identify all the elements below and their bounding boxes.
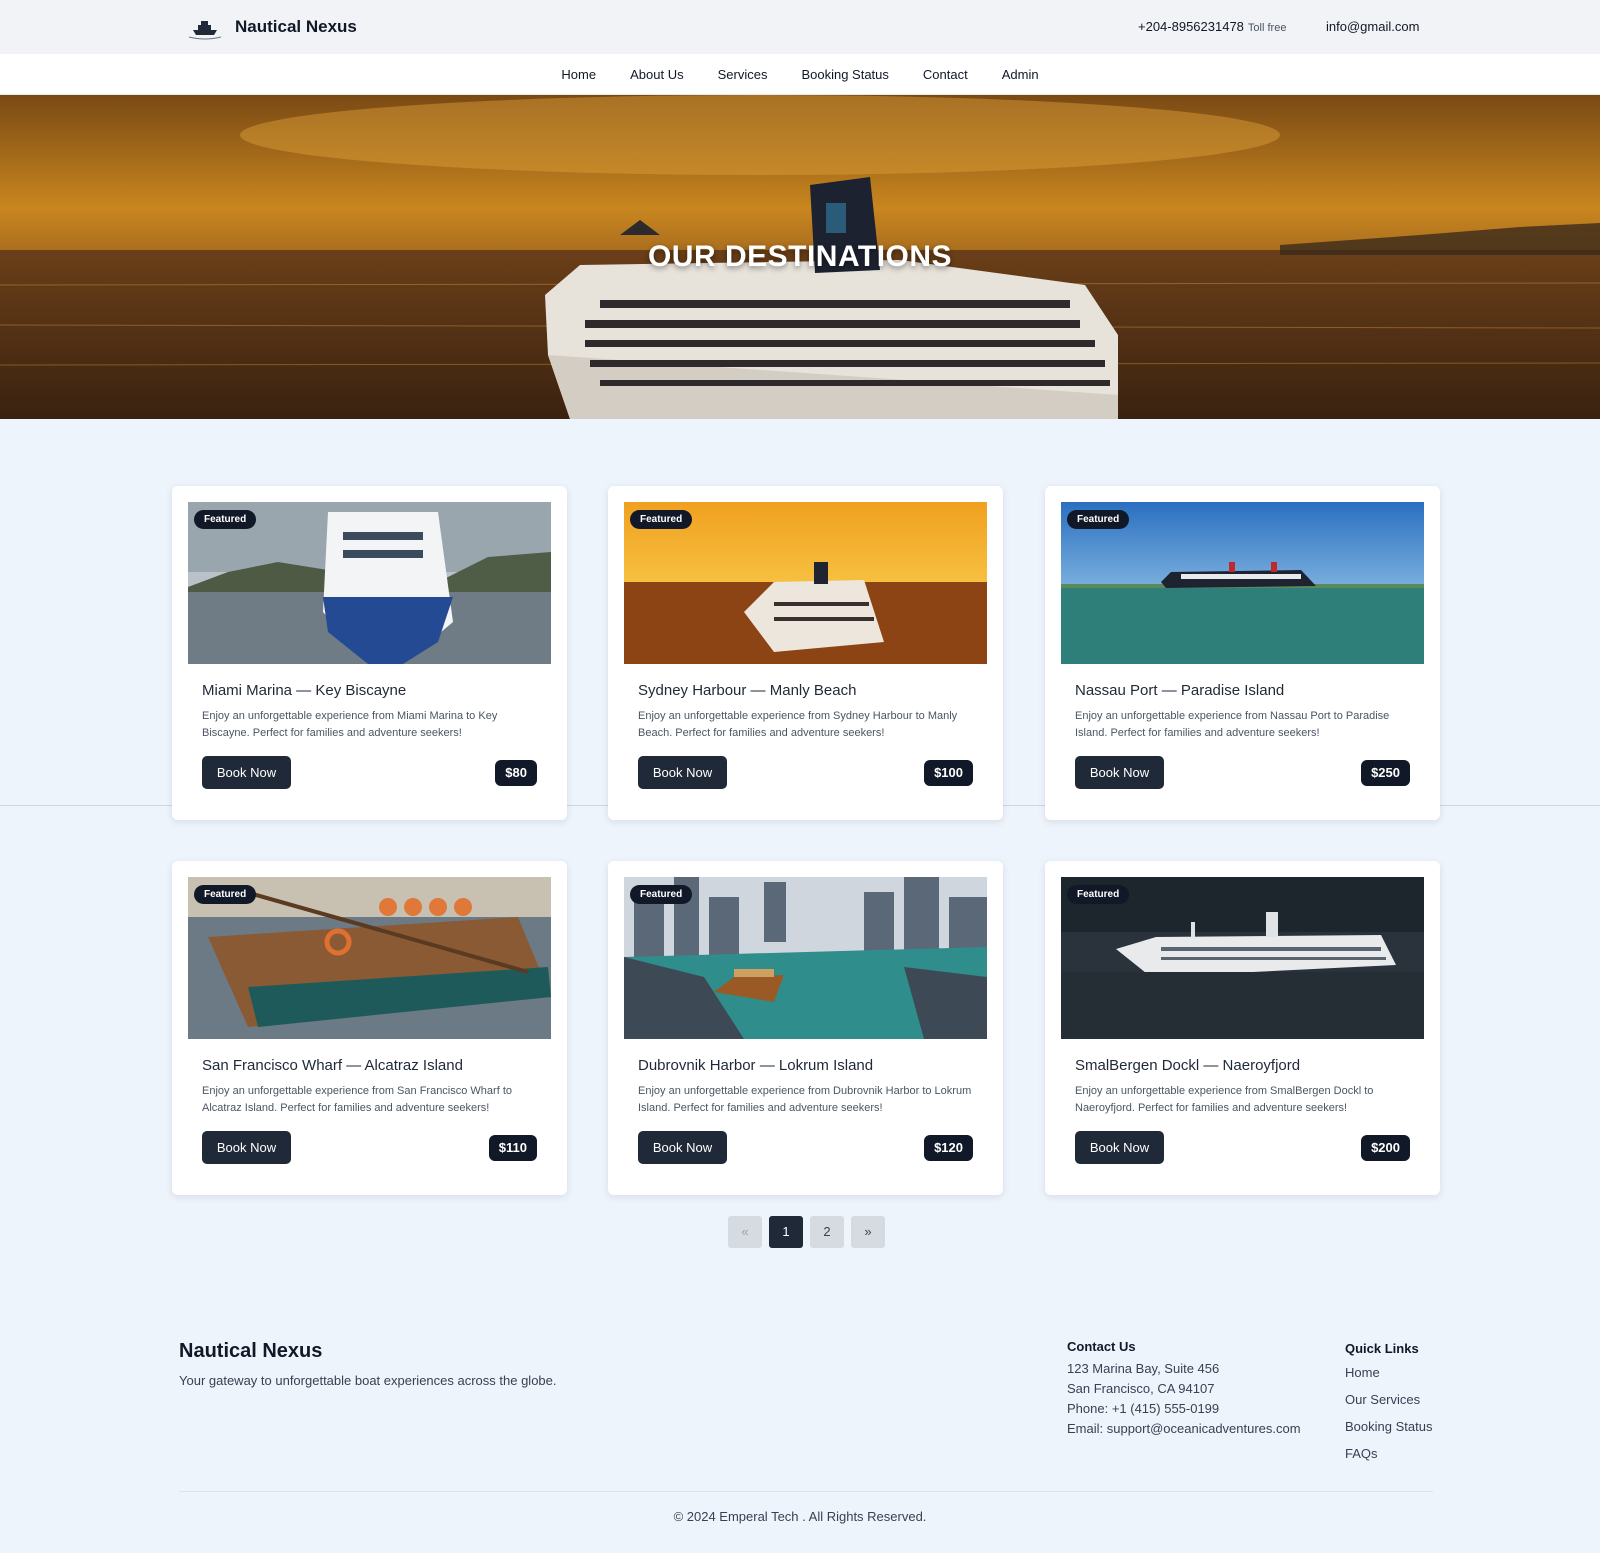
card-description: Enjoy an unforgettable experience from M… — [202, 710, 498, 739]
nav-admin[interactable]: Admin — [1002, 67, 1039, 82]
destination-card: Featured Sydney Harbour — Manly Beach En… — [608, 486, 1003, 820]
hero-title: OUR DESTINATIONS — [647, 240, 953, 273]
book-now-button[interactable]: Book Now — [1075, 1131, 1164, 1164]
card-description: Enjoy an unforgettable experience from D… — [638, 1085, 972, 1114]
footer-link-our-services[interactable]: Our Services — [1345, 1386, 1432, 1413]
contact-address-line: 123 Marina Bay, Suite 456 — [1067, 1361, 1220, 1376]
footer-tagline: Your gateway to unforgettable boat exper… — [179, 1373, 557, 1388]
card-image: Featured — [188, 877, 551, 1039]
price-badge: $250 — [1361, 760, 1410, 786]
featured-badge: Featured — [1067, 510, 1130, 529]
destination-card: Featured San Francisco Wharf — Alcatraz … — [172, 861, 567, 1195]
destination-card: Featured Miami Marina — Key Biscayne Enj… — [172, 486, 567, 820]
pagination: « 1 2 » — [728, 1216, 885, 1248]
card-image: Featured — [188, 502, 551, 664]
card-title: Nassau Port — Paradise Island — [1075, 682, 1285, 699]
card-title: Dubrovnik Harbor — Lokrum Island — [638, 1057, 874, 1074]
book-now-button[interactable]: Book Now — [1075, 756, 1164, 789]
book-now-button[interactable]: Book Now — [202, 756, 291, 789]
header-email[interactable]: info@gmail.com — [1326, 19, 1419, 34]
footer-link-booking-status[interactable]: Booking Status — [1345, 1413, 1432, 1440]
footer-quick-links: Quick Links Home Our Services Booking St… — [1345, 1339, 1432, 1467]
card-description: Enjoy an unforgettable experience from S… — [1075, 1085, 1374, 1114]
toll-free-phone: +204-8956231478 Toll free — [1138, 19, 1286, 34]
brand-name: Nautical Nexus — [235, 17, 357, 36]
card-image: Featured — [624, 502, 987, 664]
brand[interactable]: Nautical Nexus — [185, 12, 357, 42]
footer-link-home[interactable]: Home — [1345, 1359, 1432, 1386]
destination-card: Featured Nassau Port — Paradise Island E… — [1045, 486, 1440, 820]
price-badge: $80 — [495, 760, 537, 786]
main-nav: Home About Us Services Booking Status Co… — [0, 54, 1600, 95]
card-image: Featured — [1061, 877, 1424, 1039]
top-bar: Nautical Nexus +204-8956231478 Toll free … — [0, 0, 1600, 54]
featured-badge: Featured — [630, 885, 693, 904]
contact-city-line: San Francisco, CA 94107 — [1067, 1381, 1215, 1396]
phone-note: Toll free — [1247, 22, 1287, 34]
card-description: Enjoy an unforgettable experience from S… — [638, 710, 958, 739]
footer-divider — [179, 1491, 1433, 1492]
featured-badge: Featured — [194, 885, 257, 904]
ship-logo-icon — [188, 21, 222, 40]
destination-card: Featured Dubrovnik Harbor — Lokrum Islan… — [608, 861, 1003, 1195]
destination-card: Featured SmalBergen Dockl — Naeroyfjord … — [1045, 861, 1440, 1195]
featured-badge: Featured — [1067, 885, 1130, 904]
book-now-button[interactable]: Book Now — [638, 1131, 727, 1164]
pagination-prev[interactable]: « — [728, 1216, 762, 1248]
footer-contact: Contact Us 123 Marina Bay, Suite 456 San… — [1067, 1339, 1301, 1439]
book-now-button[interactable]: Book Now — [638, 756, 727, 789]
copyright: © 2024 Emperal Tech . All Rights Reserve… — [673, 1509, 927, 1524]
price-badge: $120 — [924, 1135, 973, 1161]
featured-badge: Featured — [630, 510, 693, 529]
contact-phone-line: Phone: +1 (415) 555-0199 — [1067, 1401, 1220, 1416]
nav-booking-status[interactable]: Booking Status — [801, 67, 888, 82]
card-title: Sydney Harbour — Manly Beach — [638, 682, 857, 699]
pagination-page-1[interactable]: 1 — [769, 1216, 803, 1248]
quick-links-heading: Quick Links — [1345, 1341, 1419, 1356]
card-image: Featured — [1061, 502, 1424, 664]
pagination-next[interactable]: » — [851, 1216, 885, 1248]
book-now-button[interactable]: Book Now — [202, 1131, 291, 1164]
card-image: Featured — [624, 877, 987, 1039]
nav-about-us[interactable]: About Us — [630, 67, 683, 82]
featured-badge: Featured — [194, 510, 257, 529]
card-title: San Francisco Wharf — Alcatraz Island — [202, 1057, 463, 1074]
price-badge: $100 — [924, 760, 973, 786]
card-title: SmalBergen Dockl — Naeroyfjord — [1075, 1057, 1301, 1074]
footer-brand: Nautical Nexus — [179, 1340, 323, 1362]
footer-link-faqs[interactable]: FAQs — [1345, 1440, 1432, 1467]
price-badge: $110 — [488, 1135, 537, 1161]
phone-number: +204-8956231478 — [1138, 19, 1244, 34]
card-description: Enjoy an unforgettable experience from S… — [202, 1085, 512, 1114]
contact-heading: Contact Us — [1067, 1339, 1136, 1354]
hero-banner: OUR DESTINATIONS — [0, 95, 1600, 419]
contact-email-line: Email: support@oceanicadventures.com — [1067, 1421, 1301, 1436]
nav-contact[interactable]: Contact — [923, 67, 968, 82]
nav-services[interactable]: Services — [718, 67, 768, 82]
card-description: Enjoy an unforgettable experience from N… — [1075, 710, 1390, 739]
card-title: Miami Marina — Key Biscayne — [202, 682, 407, 699]
nav-home[interactable]: Home — [561, 67, 596, 82]
price-badge: $200 — [1361, 1135, 1410, 1161]
pagination-page-2[interactable]: 2 — [810, 1216, 844, 1248]
